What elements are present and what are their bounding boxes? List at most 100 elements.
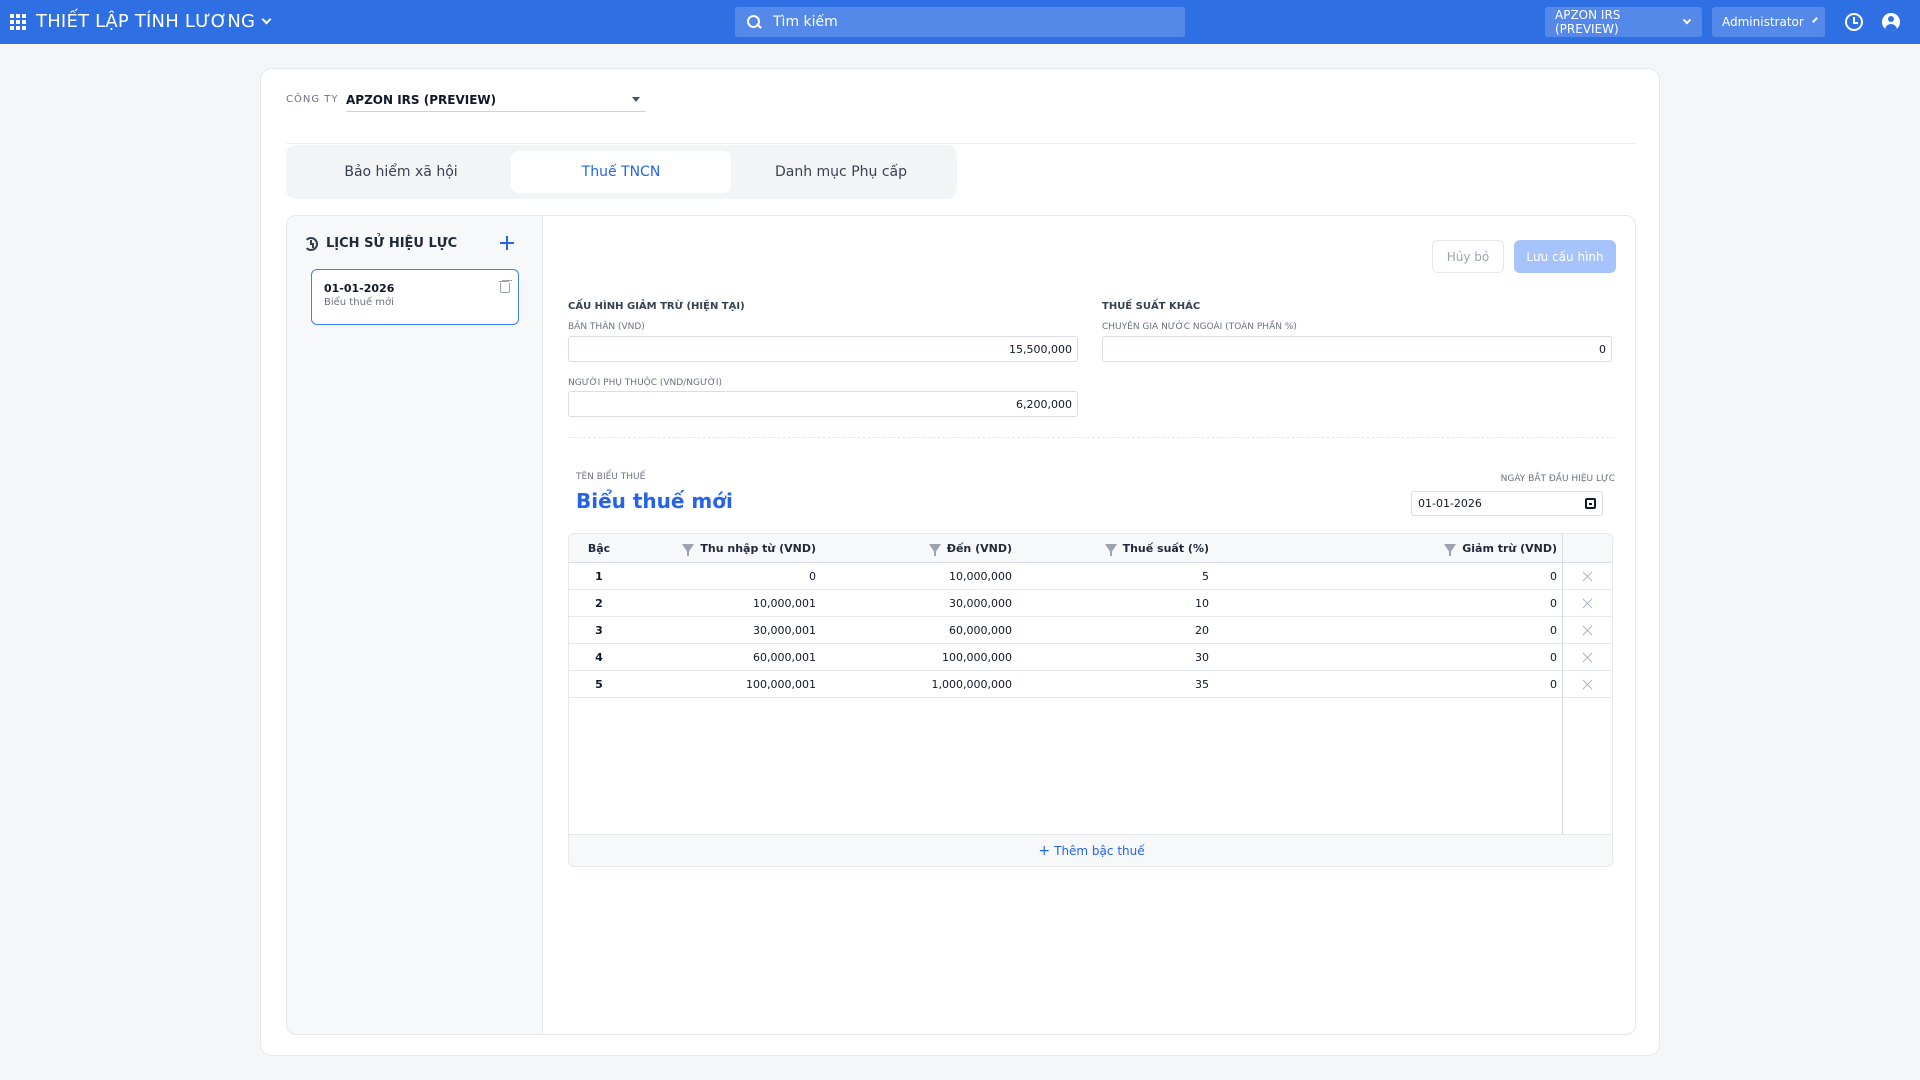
cell-income-to[interactable]: 10,000,000 bbox=[816, 563, 1012, 590]
cell-tax-rate[interactable]: 30 bbox=[1012, 644, 1209, 671]
filter-icon[interactable] bbox=[682, 544, 695, 556]
company-switcher[interactable]: APZON IRS (PREVIEW) bbox=[1545, 7, 1702, 37]
table-row: 3 30,000,001 60,000,000 20 0 bbox=[569, 617, 1612, 644]
history-icon bbox=[304, 236, 318, 251]
save-config-button[interactable]: Lưu cấu hình bbox=[1514, 240, 1616, 273]
caret-down-icon bbox=[632, 97, 640, 102]
app-title: THIẾT LẬP TÍNH LƯƠNG bbox=[36, 11, 256, 32]
add-history-icon[interactable] bbox=[500, 236, 514, 250]
cell-tax-rate[interactable]: 10 bbox=[1012, 590, 1209, 617]
cell-level: 5 bbox=[595, 678, 603, 691]
tab-social-insurance[interactable]: Bảo hiểm xã hội bbox=[291, 151, 511, 193]
search-box[interactable] bbox=[735, 7, 1185, 37]
settings-card: CÔNG TY APZON IRS (PREVIEW) Bảo hiểm xã … bbox=[260, 68, 1660, 1056]
tax-config-content: Hủy bỏ Lưu cấu hình CẤU HÌNH GIẢM TRỪ (H… bbox=[544, 216, 1635, 1034]
dependent-deduction-label: NGƯỜI PHỤ THUỘC (VND/NGƯỜI) bbox=[568, 378, 723, 388]
col-header-income-from-label: Thu nhập từ (VND) bbox=[700, 542, 816, 555]
plus-icon: + bbox=[1038, 843, 1051, 859]
tab-allowance-catalog[interactable]: Danh mục Phụ cấp bbox=[731, 151, 951, 193]
table-row: 5 100,000,001 1,000,000,000 35 0 bbox=[569, 671, 1612, 698]
other-rates-section-title: THUẾ SUẤT KHÁC bbox=[1102, 301, 1201, 312]
user-avatar-icon[interactable] bbox=[1882, 13, 1900, 31]
start-date-value: 01-01-2026 bbox=[1418, 497, 1482, 510]
self-deduction-input[interactable] bbox=[568, 336, 1078, 362]
col-header-income-to-label: Đến (VND) bbox=[946, 542, 1012, 555]
start-date-input[interactable]: 01-01-2026 bbox=[1411, 491, 1603, 516]
cell-deduction[interactable]: 0 bbox=[1209, 590, 1557, 617]
history-title: LỊCH SỬ HIỆU LỰC bbox=[326, 236, 458, 251]
cell-level: 4 bbox=[595, 651, 603, 664]
add-bracket-button[interactable]: + Thêm bậc thuế bbox=[569, 834, 1612, 866]
apps-grid-icon[interactable] bbox=[10, 14, 26, 30]
cell-income-from[interactable]: 60,000,001 bbox=[629, 644, 816, 671]
col-header-deduction[interactable]: Giảm trừ (VND) bbox=[1209, 534, 1557, 563]
clock-icon[interactable] bbox=[1845, 13, 1863, 31]
delete-row-icon[interactable] bbox=[1582, 571, 1593, 582]
cell-tax-rate[interactable]: 20 bbox=[1012, 617, 1209, 644]
filter-icon[interactable] bbox=[928, 544, 941, 556]
delete-row-icon[interactable] bbox=[1582, 625, 1593, 636]
table-row: 2 10,000,001 30,000,000 10 0 bbox=[569, 590, 1612, 617]
trash-icon[interactable] bbox=[499, 280, 510, 293]
delete-row-icon[interactable] bbox=[1582, 598, 1593, 609]
cell-income-from[interactable]: 10,000,001 bbox=[629, 590, 816, 617]
cell-income-from[interactable]: 0 bbox=[629, 563, 816, 590]
cancel-button[interactable]: Hủy bỏ bbox=[1432, 240, 1504, 273]
cell-income-to[interactable]: 30,000,000 bbox=[816, 590, 1012, 617]
history-item[interactable]: 01-01-2026 Biểu thuế mới bbox=[311, 269, 519, 325]
company-switcher-label: APZON IRS (PREVIEW) bbox=[1555, 8, 1621, 36]
self-deduction-label: BẢN THÂN (VND) bbox=[568, 322, 645, 332]
search-icon bbox=[747, 15, 761, 29]
cell-income-from[interactable]: 100,000,001 bbox=[629, 671, 816, 698]
cell-income-from[interactable]: 30,000,001 bbox=[629, 617, 816, 644]
history-item-name: Biểu thuế mới bbox=[324, 297, 394, 308]
user-menu-label: Administrator bbox=[1722, 15, 1804, 29]
start-date-label: NGÀY BẮT ĐẦU HIỆU LỰC bbox=[1500, 474, 1615, 484]
cell-tax-rate[interactable]: 5 bbox=[1012, 563, 1209, 590]
calendar-icon[interactable] bbox=[1585, 498, 1596, 509]
col-header-income-to[interactable]: Đến (VND) bbox=[816, 534, 1012, 563]
chevron-down-icon bbox=[261, 14, 272, 25]
table-header-row: Bậc Thu nhập từ (VND) Đến (VND) Thuế suấ… bbox=[569, 534, 1612, 563]
cell-deduction[interactable]: 0 bbox=[1209, 563, 1557, 590]
filter-icon[interactable] bbox=[1444, 544, 1457, 556]
history-sidebar: LỊCH SỬ HIỆU LỰC 01-01-2026 Biểu thuế mớ… bbox=[287, 216, 543, 1034]
expat-rate-input[interactable] bbox=[1102, 336, 1612, 362]
company-select-value: APZON IRS (PREVIEW) bbox=[346, 92, 497, 107]
cell-income-to[interactable]: 1,000,000,000 bbox=[816, 671, 1012, 698]
user-menu[interactable]: Administrator bbox=[1712, 7, 1825, 37]
app-title-menu[interactable]: THIẾT LẬP TÍNH LƯƠNG bbox=[36, 11, 272, 32]
schedule-name[interactable]: Biểu thuế mới bbox=[576, 489, 733, 513]
history-header: LỊCH SỬ HIỆU LỰC bbox=[304, 236, 457, 251]
table-row: 1 0 10,000,000 5 0 bbox=[569, 563, 1612, 590]
deduction-section-title: CẤU HÌNH GIẢM TRỪ (HIỆN TẠI) bbox=[568, 301, 745, 312]
col-header-level: Bậc bbox=[587, 542, 611, 555]
cell-level: 2 bbox=[595, 597, 603, 610]
cell-deduction[interactable]: 0 bbox=[1209, 644, 1557, 671]
col-header-tax-rate[interactable]: Thuế suất (%) bbox=[1012, 534, 1209, 563]
delete-row-icon[interactable] bbox=[1582, 652, 1593, 663]
company-select[interactable]: APZON IRS (PREVIEW) bbox=[346, 88, 646, 112]
history-item-date: 01-01-2026 bbox=[324, 282, 395, 295]
dependent-deduction-input[interactable] bbox=[568, 391, 1078, 417]
cell-deduction[interactable]: 0 bbox=[1209, 671, 1557, 698]
expat-rate-label: CHUYÊN GIA NƯỚC NGOÀI (TOÀN PHẦN %) bbox=[1102, 322, 1297, 332]
tab-personal-income-tax[interactable]: Thuế TNCN bbox=[511, 151, 731, 193]
search-input[interactable] bbox=[773, 14, 1153, 30]
cell-income-to[interactable]: 100,000,000 bbox=[816, 644, 1012, 671]
cell-income-to[interactable]: 60,000,000 bbox=[816, 617, 1012, 644]
top-bar: THIẾT LẬP TÍNH LƯƠNG APZON IRS (PREVIEW)… bbox=[0, 0, 1920, 44]
col-header-tax-rate-label: Thuế suất (%) bbox=[1122, 542, 1209, 555]
chevron-down-icon bbox=[1811, 17, 1818, 23]
column-separator bbox=[1562, 534, 1563, 834]
filter-icon[interactable] bbox=[1104, 544, 1117, 556]
cell-level: 3 bbox=[595, 624, 603, 637]
add-bracket-label: Thêm bậc thuế bbox=[1054, 844, 1145, 858]
cell-deduction[interactable]: 0 bbox=[1209, 617, 1557, 644]
divider bbox=[286, 143, 1636, 144]
col-header-income-from[interactable]: Thu nhập từ (VND) bbox=[629, 534, 816, 563]
delete-row-icon[interactable] bbox=[1582, 679, 1593, 690]
cell-level: 1 bbox=[595, 570, 603, 583]
cell-tax-rate[interactable]: 35 bbox=[1012, 671, 1209, 698]
tab-bar: Bảo hiểm xã hội Thuế TNCN Danh mục Phụ c… bbox=[286, 145, 957, 199]
